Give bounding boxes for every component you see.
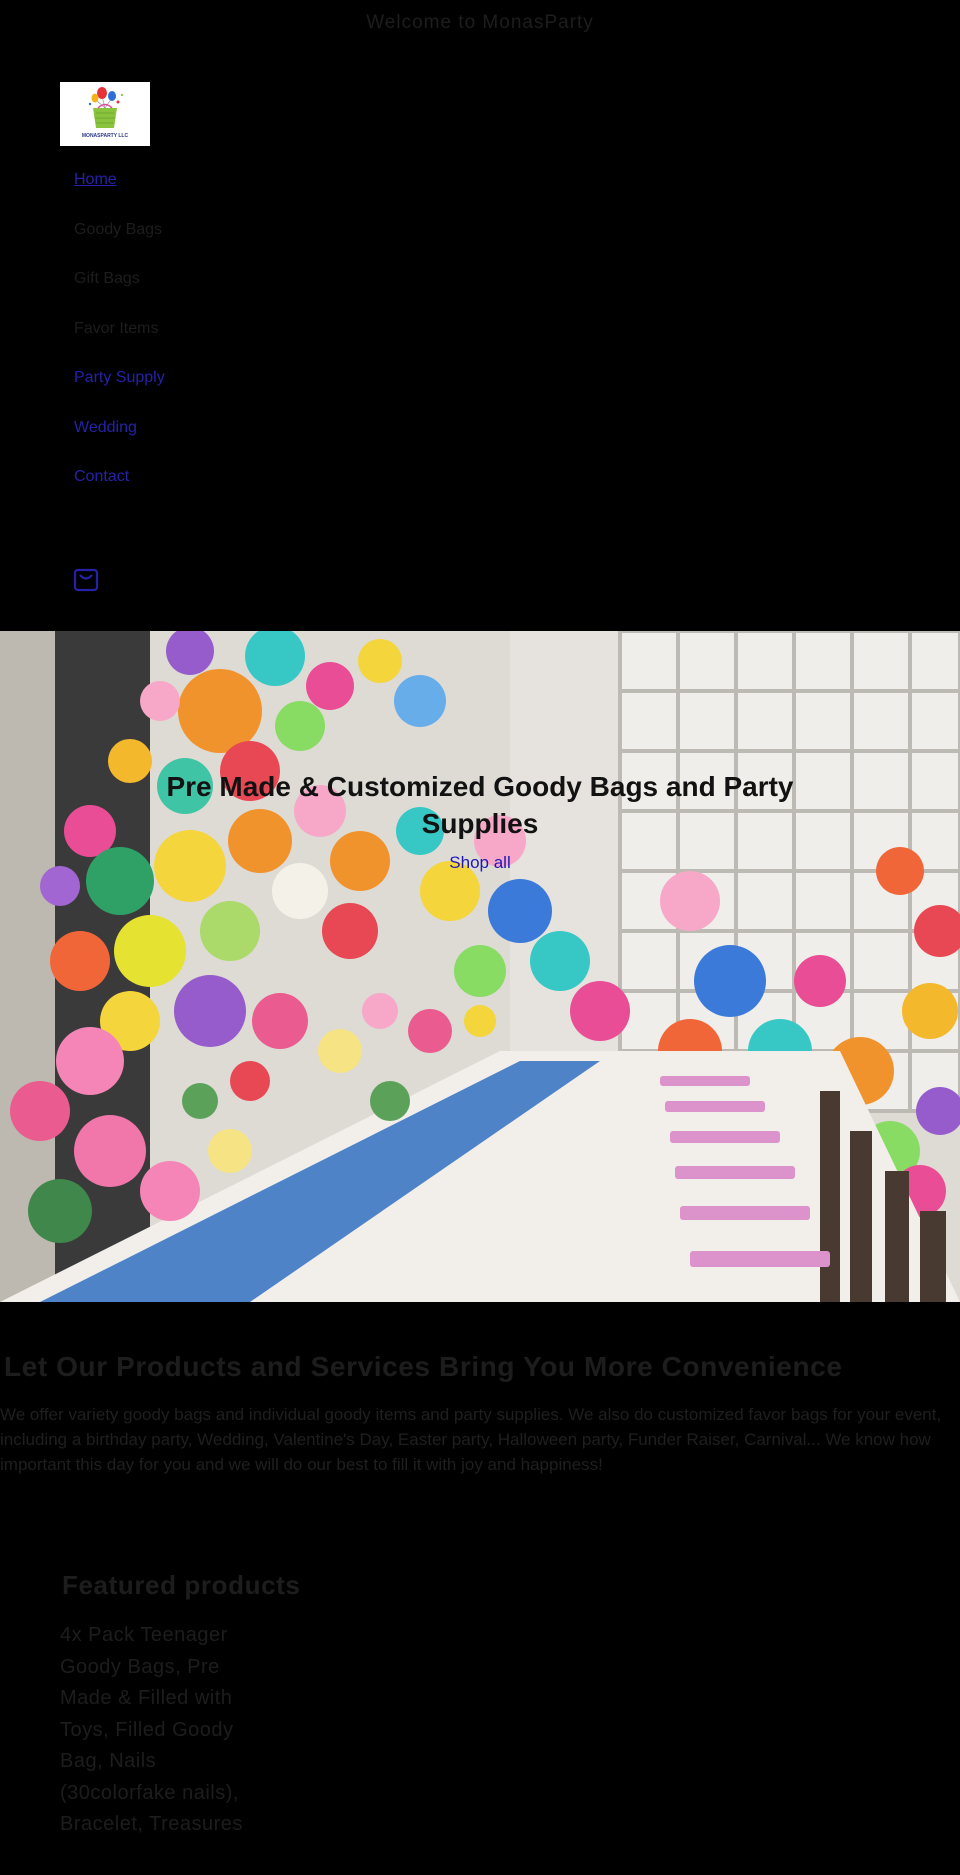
nav-item-home[interactable]: Home [74, 170, 374, 220]
intro-paragraph: We offer variety goody bags and individu… [0, 1405, 942, 1474]
site-logo[interactable]: MONASPARTY LLC [60, 82, 150, 146]
nav-item-wedding[interactable]: Wedding [74, 418, 374, 468]
logo-text: MONASPARTY LLC [81, 133, 129, 139]
nav-item-party-supply[interactable]: Party Supply [74, 368, 374, 418]
announcement-bar: Welcome to MonasParty [366, 12, 594, 33]
party-table-image [0, 631, 960, 1302]
main-navigation: Home Goody Bags Gift Bags Favor Items Pa… [74, 170, 374, 517]
shop-all-link[interactable]: Shop all [0, 853, 960, 873]
cart-button[interactable] [72, 566, 100, 594]
nav-item-gift-bags[interactable]: Gift Bags [74, 269, 374, 319]
product-title: 4x Pack Teenager Goody Bags, Pre Made & … [60, 1624, 243, 1835]
product-card[interactable]: 4x Pack Teenager Goody Bags, Pre Made & … [60, 1620, 260, 1841]
shopping-bag-icon [73, 568, 99, 592]
hero-title: Pre Made & Customized Goody Bags and Par… [166, 770, 794, 839]
hero-banner: Pre Made & Customized Goody Bags and Par… [0, 631, 960, 1302]
nav-item-goody-bags[interactable]: Goody Bags [74, 220, 374, 270]
nav-item-contact[interactable]: Contact [74, 467, 374, 517]
featured-products-heading: Featured products [62, 1569, 301, 1600]
intro-heading: Let Our Products and Services Bring You … [4, 1351, 843, 1383]
nav-item-favor-items[interactable]: Favor Items [74, 319, 374, 369]
